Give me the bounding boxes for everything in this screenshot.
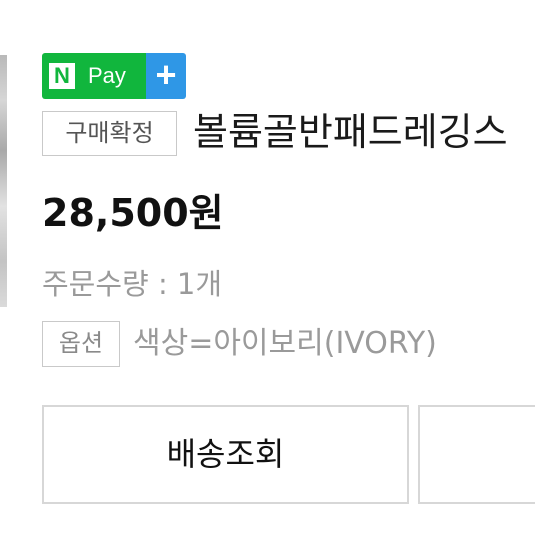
naver-n-letter: N bbox=[49, 63, 75, 89]
secondary-action-button[interactable] bbox=[418, 405, 535, 504]
product-thumbnail[interactable] bbox=[0, 55, 7, 307]
naver-n-logo-icon: N bbox=[42, 53, 82, 99]
order-quantity: 주문수량 : 1개 bbox=[42, 267, 223, 301]
product-price: 28,500원 bbox=[42, 191, 224, 235]
option-value: 색상=아이보리(IVORY) bbox=[133, 326, 437, 361]
naver-pay-plus-badge: N Pay + bbox=[42, 53, 186, 99]
order-item-card: N Pay + 구매확정 볼륨골반패드레깅스 28,500원 주문수량 : 1개… bbox=[0, 0, 535, 535]
npay-label: Pay bbox=[82, 53, 146, 99]
purchase-confirmed-badge: 구매확정 bbox=[42, 111, 177, 156]
product-title[interactable]: 볼륨골반패드레깅스 bbox=[193, 104, 508, 160]
option-badge: 옵션 bbox=[42, 321, 120, 367]
plus-icon: + bbox=[146, 53, 186, 99]
track-shipping-button[interactable]: 배송조회 bbox=[42, 405, 409, 504]
